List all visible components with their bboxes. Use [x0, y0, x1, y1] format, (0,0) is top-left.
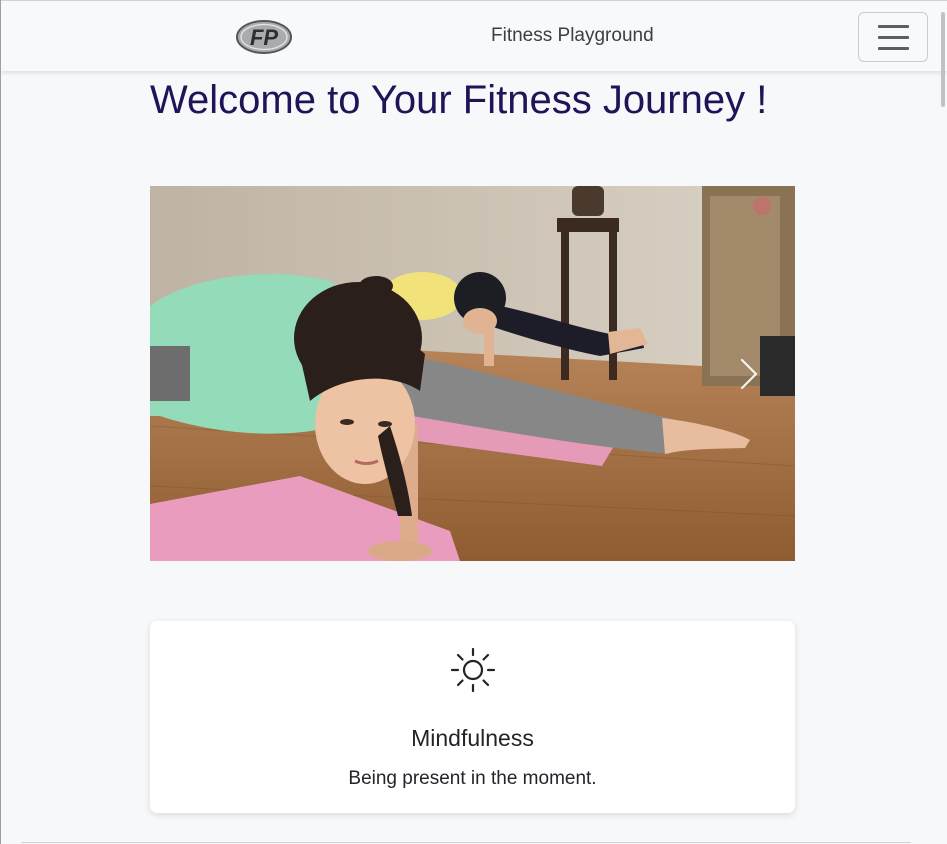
sun-icon [450, 647, 496, 693]
brand-name[interactable]: Fitness Playground [491, 25, 654, 47]
mindfulness-card: Mindfulness Being present in the moment. [150, 621, 795, 813]
vertical-scrollbar[interactable] [938, 0, 947, 844]
divider [21, 842, 911, 843]
card-text: Being present in the moment. [348, 768, 597, 789]
scrollbar-thumb[interactable] [941, 12, 945, 107]
page-title: Welcome to Your Fitness Journey ! [150, 78, 768, 122]
page: FP Fitness Playground Welcome to Your Fi… [0, 0, 947, 844]
carousel-image-yoga [150, 186, 795, 561]
menu-toggle-button[interactable] [858, 12, 928, 62]
chevron-right-icon[interactable] [730, 346, 770, 402]
brand-logo[interactable]: FP [235, 18, 293, 56]
brand-logo-text: FP [250, 25, 278, 50]
image-carousel[interactable] [150, 186, 795, 561]
navbar: FP Fitness Playground [1, 0, 947, 71]
card-title: Mindfulness [411, 725, 534, 751]
